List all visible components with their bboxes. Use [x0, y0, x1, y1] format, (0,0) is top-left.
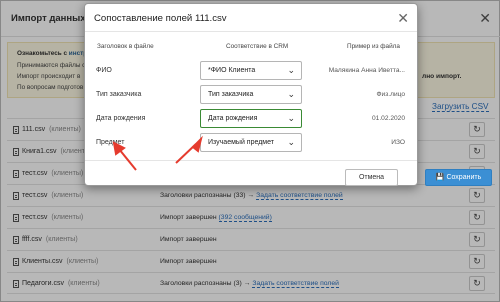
save-button[interactable]: 💾 Сохранить: [425, 169, 492, 186]
example-value: ИЗО: [391, 139, 405, 146]
mapping-row: Предмет Изучаемый предмет ⌄ ИЗО: [85, 131, 417, 155]
column-header-crm: Соответствие в CRM: [226, 43, 289, 50]
mapping-row: ФИО *ФИО Клиента ⌄ Малякина Анна Иветта...: [85, 59, 417, 83]
crm-field-select[interactable]: *ФИО Клиента ⌄: [200, 61, 302, 80]
column-header-file: Заголовок в файле: [97, 43, 154, 50]
select-value: Дата рождения: [208, 115, 258, 122]
select-value: Изучаемый предмет: [208, 139, 274, 146]
example-value: 01.02.2020: [371, 115, 405, 122]
dialog-title: Сопоставление полей 111.csv: [94, 13, 227, 24]
dialog-close-icon[interactable]: ✕: [397, 10, 409, 27]
select-value: *ФИО Клиента: [208, 67, 256, 74]
file-header-label: ФИО: [96, 67, 112, 74]
file-header-label: Предмет: [96, 139, 125, 146]
chevron-down-icon: ⌄: [287, 65, 295, 75]
chevron-down-icon: ⌄: [287, 89, 295, 99]
cancel-button[interactable]: Отмена: [345, 169, 398, 186]
column-header-example: Пример из файла: [347, 43, 400, 50]
crm-field-select[interactable]: Тип заказчика ⌄: [200, 85, 302, 104]
chevron-down-icon: ⌄: [287, 113, 295, 123]
select-value: Тип заказчика: [208, 91, 254, 98]
field-mapping-dialog: Сопоставление полей 111.csv ✕ Заголовок …: [84, 3, 492, 186]
crm-field-select[interactable]: Изучаемый предмет ⌄: [200, 133, 302, 152]
divider: [85, 31, 417, 32]
mapping-row: Дата рождения Дата рождения ⌄ 01.02.2020: [85, 107, 417, 131]
file-header-label: Дата рождения: [96, 115, 146, 122]
file-header-label: Тип заказчика: [96, 91, 142, 98]
chevron-down-icon: ⌄: [287, 137, 295, 147]
mapping-row: Тип заказчика Тип заказчика ⌄ Физ.лицо: [85, 83, 417, 107]
example-value: Физ.лицо: [376, 91, 405, 98]
divider: [85, 160, 417, 161]
crm-field-select[interactable]: Дата рождения ⌄: [200, 109, 302, 128]
save-label: Сохранить: [446, 174, 482, 181]
example-value: Малякина Анна Иветта...: [328, 67, 405, 74]
save-icon: 💾: [435, 174, 445, 181]
